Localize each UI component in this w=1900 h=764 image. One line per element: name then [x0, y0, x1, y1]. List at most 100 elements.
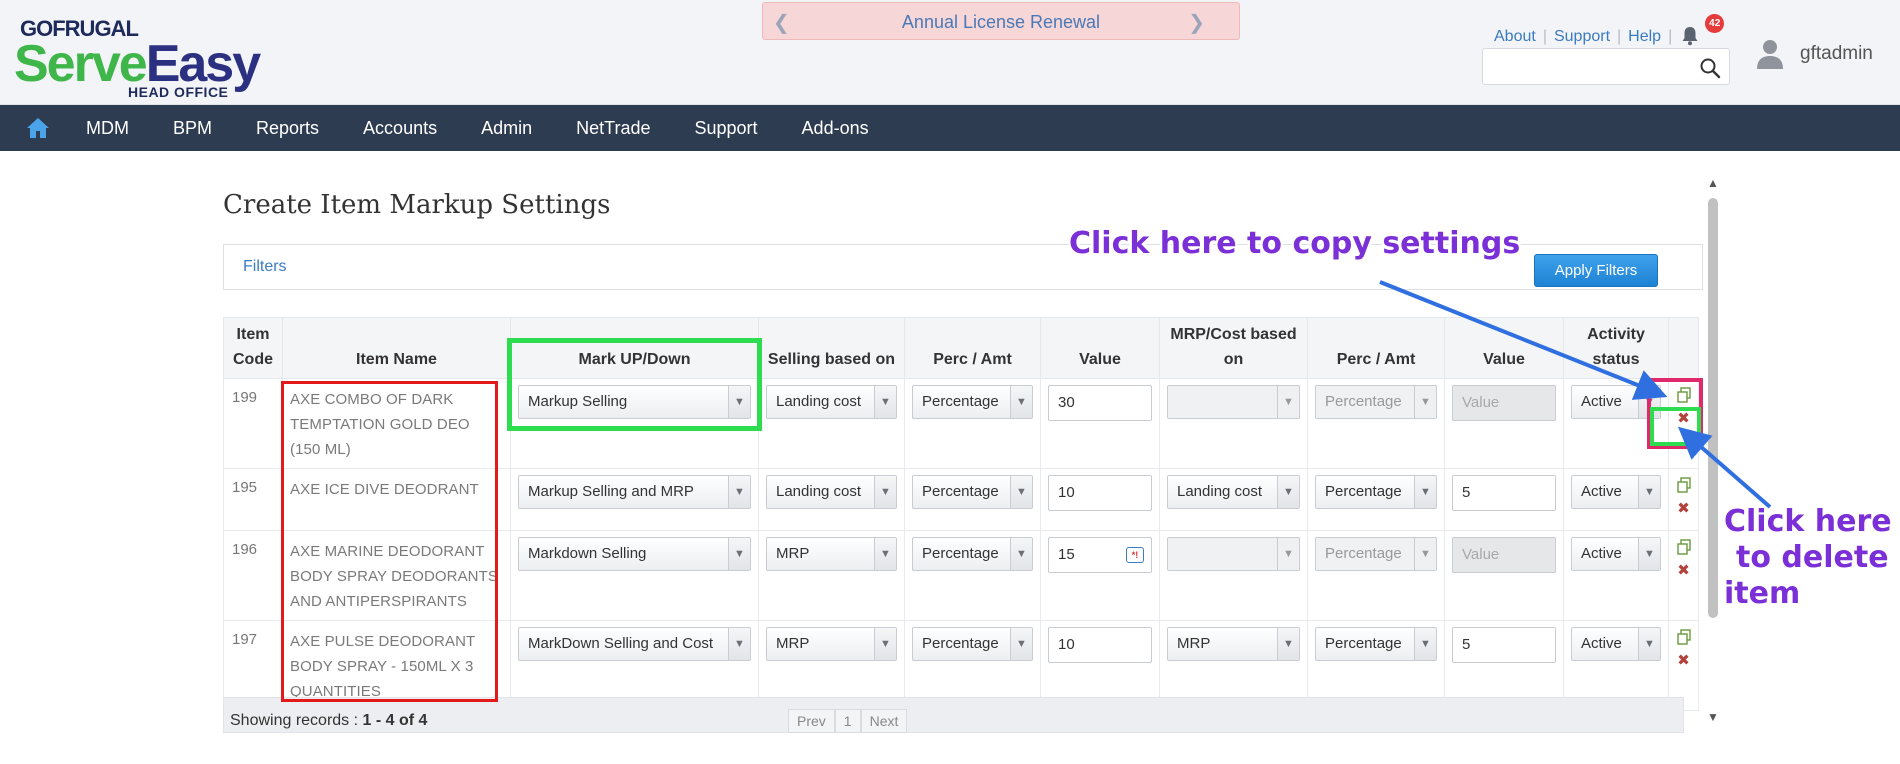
- mrp-cost-based-on-select[interactable]: Landing cost ▼: [1167, 475, 1300, 509]
- value-input[interactable]: 15 *!: [1048, 537, 1152, 573]
- markup-select[interactable]: Markdown Selling ▼: [518, 537, 751, 571]
- support-link[interactable]: Support: [1554, 28, 1610, 46]
- dropdown-caret-icon[interactable]: ▼: [728, 538, 750, 570]
- dropdown-caret-icon[interactable]: ▼: [1638, 476, 1660, 508]
- selling-based-on-select[interactable]: MRP ▼: [766, 627, 897, 661]
- col-header-value[interactable]: Value: [1040, 317, 1160, 379]
- dropdown-caret-icon[interactable]: ▼: [874, 386, 896, 418]
- main-nav: MDM BPM Reports Accounts Admin NetTrade …: [0, 105, 1900, 151]
- nav-item-support[interactable]: Support: [673, 105, 780, 151]
- status-select[interactable]: Active ▼: [1571, 537, 1661, 571]
- col-header-perc-amt[interactable]: Perc / Amt: [904, 317, 1041, 379]
- notification-badge[interactable]: 42: [1705, 14, 1725, 33]
- col-header-activity-status[interactable]: Activity status: [1563, 317, 1669, 379]
- pager-prev-button[interactable]: Prev: [788, 709, 835, 733]
- row-actions: ✖: [1668, 530, 1699, 621]
- value-2-input[interactable]: 5: [1452, 627, 1556, 663]
- dropdown-caret-icon[interactable]: ▼: [1010, 386, 1032, 418]
- username-label[interactable]: gftadmin: [1800, 43, 1873, 65]
- apply-filters-button[interactable]: Apply Filters: [1534, 254, 1658, 287]
- user-avatar-icon[interactable]: [1756, 38, 1784, 70]
- dropdown-caret-icon[interactable]: ▼: [1414, 476, 1436, 508]
- perc-amt-2-select: Percentage ▼: [1315, 385, 1437, 419]
- dropdown-caret-icon[interactable]: ▼: [1010, 628, 1032, 660]
- serveeasy-logo[interactable]: GOFRUGAL ServeEasy HEAD OFFICE: [14, 14, 274, 100]
- scroll-up-arrow-icon[interactable]: ▲: [1707, 176, 1719, 190]
- nav-item-bpm[interactable]: BPM: [151, 105, 234, 151]
- mrp-cost-based-on-select: ▼: [1167, 537, 1300, 571]
- perc-amt-select[interactable]: Percentage ▼: [912, 475, 1033, 509]
- search-input[interactable]: [1489, 55, 1689, 79]
- filters-toggle[interactable]: Filters: [243, 258, 287, 276]
- copy-icon[interactable]: [1676, 477, 1692, 493]
- search-icon[interactable]: [1699, 57, 1721, 79]
- perc-amt-select[interactable]: Percentage ▼: [912, 537, 1033, 571]
- dropdown-caret-icon[interactable]: ▼: [1277, 476, 1299, 508]
- nav-item-accounts[interactable]: Accounts: [341, 105, 459, 151]
- nav-item-reports[interactable]: Reports: [234, 105, 341, 151]
- dropdown-caret-icon[interactable]: ▼: [1638, 538, 1660, 570]
- copy-icon[interactable]: [1676, 629, 1692, 645]
- dropdown-caret-icon[interactable]: ▼: [874, 476, 896, 508]
- copy-icon[interactable]: [1676, 539, 1692, 555]
- bell-icon[interactable]: 42: [1681, 14, 1725, 48]
- dropdown-caret-icon[interactable]: ▼: [728, 628, 750, 660]
- col-header-mrp-cost-based-on[interactable]: MRP/Cost based on: [1159, 317, 1308, 379]
- nav-item-nettrade[interactable]: NetTrade: [554, 105, 672, 151]
- status-select[interactable]: Active ▼: [1571, 475, 1661, 509]
- markup-select-value: Markup Selling and MRP: [528, 483, 694, 500]
- validation-warning-icon[interactable]: *!: [1126, 547, 1144, 563]
- global-search[interactable]: [1482, 48, 1730, 85]
- banner-text[interactable]: Annual License Renewal: [763, 12, 1239, 33]
- value-input[interactable]: 30: [1048, 385, 1152, 421]
- about-link[interactable]: About: [1494, 28, 1536, 46]
- dropdown-caret-icon[interactable]: ▼: [1414, 628, 1436, 660]
- records-range: 1 - 4 of 4: [362, 712, 428, 729]
- col-header-value-2[interactable]: Value: [1444, 317, 1564, 379]
- mrp-cost-based-on-select[interactable]: MRP ▼: [1167, 627, 1300, 661]
- selling-based-on-select[interactable]: MRP ▼: [766, 537, 897, 571]
- col-header-selling-based-on[interactable]: Selling based on: [758, 317, 905, 379]
- dropdown-caret-icon[interactable]: ▼: [728, 476, 750, 508]
- col-header-perc-amt-2[interactable]: Perc / Amt: [1307, 317, 1445, 379]
- selling-based-on-select[interactable]: Landing cost ▼: [766, 385, 897, 419]
- selling-based-on-cell: MRP ▼: [758, 530, 905, 621]
- chevron-right-icon[interactable]: ❯: [1188, 10, 1205, 35]
- selling-based-on-select[interactable]: Landing cost ▼: [766, 475, 897, 509]
- value-input[interactable]: 10: [1048, 627, 1152, 663]
- col-header-item-name[interactable]: Item Name: [282, 317, 511, 379]
- value-2-input[interactable]: 5: [1452, 475, 1556, 511]
- vertical-scrollbar[interactable]: ▲ ▼: [1704, 176, 1722, 728]
- perc-amt-value: Percentage: [922, 545, 999, 562]
- delete-x-icon[interactable]: ✖: [1676, 563, 1692, 579]
- nav-item-addons[interactable]: Add-ons: [780, 105, 891, 151]
- delete-x-icon[interactable]: ✖: [1676, 653, 1692, 669]
- dropdown-caret-icon[interactable]: ▼: [874, 538, 896, 570]
- markup-select[interactable]: MarkDown Selling and Cost ▼: [518, 627, 751, 661]
- perc-amt-2-select[interactable]: Percentage ▼: [1315, 627, 1437, 661]
- dropdown-caret-icon[interactable]: ▼: [874, 628, 896, 660]
- dropdown-caret-icon[interactable]: ▼: [1010, 538, 1032, 570]
- dropdown-caret-icon[interactable]: ▼: [1010, 476, 1032, 508]
- col-header-item-code[interactable]: Item Code: [223, 317, 283, 379]
- value-input[interactable]: 10: [1048, 475, 1152, 511]
- scroll-down-arrow-icon[interactable]: ▼: [1707, 710, 1719, 724]
- perc-amt-select[interactable]: Percentage ▼: [912, 627, 1033, 661]
- home-icon[interactable]: [26, 117, 50, 139]
- user-menu[interactable]: gftadmin: [1756, 38, 1873, 70]
- delete-x-icon[interactable]: ✖: [1676, 501, 1692, 517]
- dropdown-caret-icon[interactable]: ▼: [1277, 628, 1299, 660]
- nav-item-mdm[interactable]: MDM: [64, 105, 151, 151]
- perc-amt-2-select[interactable]: Percentage ▼: [1315, 475, 1437, 509]
- status-select[interactable]: Active ▼: [1571, 627, 1661, 661]
- nav-item-admin[interactable]: Admin: [459, 105, 554, 151]
- help-link[interactable]: Help: [1628, 28, 1661, 46]
- scrollbar-thumb[interactable]: [1708, 198, 1718, 618]
- dropdown-caret-icon[interactable]: ▼: [1638, 628, 1660, 660]
- perc-amt-select[interactable]: Percentage ▼: [912, 385, 1033, 419]
- pager-page-1[interactable]: 1: [834, 709, 861, 733]
- license-banner[interactable]: ❮ Annual License Renewal ❯: [762, 2, 1240, 40]
- mrp-cost-based-on-value: MRP: [1177, 635, 1211, 652]
- markup-select[interactable]: Markup Selling and MRP ▼: [518, 475, 751, 509]
- pager-next-button[interactable]: Next: [860, 709, 908, 733]
